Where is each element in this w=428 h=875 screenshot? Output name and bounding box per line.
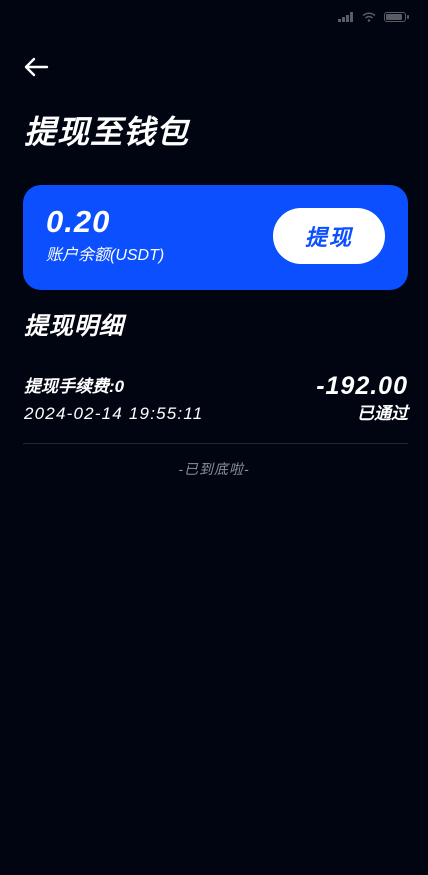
battery-icon (384, 12, 409, 22)
record-amount: -192.00 (316, 372, 408, 400)
withdraw-button[interactable]: 提现 (273, 208, 385, 264)
balance-card: 0.20 账户余额(USDT) 提现 (23, 185, 408, 290)
record-fee-label: 提现手续费:0 (24, 377, 125, 396)
list-end-text: -已到底啦- (178, 461, 250, 477)
divider (23, 443, 408, 444)
records-section-title: 提现明细 (24, 313, 124, 340)
status-icons (338, 12, 409, 22)
record-time: 2024-02-14 19:55:11 (24, 404, 204, 423)
status-bar (0, 0, 428, 36)
back-button[interactable] (22, 55, 50, 79)
record-status: 已通过 (357, 404, 408, 423)
battery-level (386, 14, 402, 20)
arrow-left-icon (24, 57, 49, 77)
withdraw-record-item[interactable]: 提现手续费:0 -192.00 2024-02-14 19:55:11 已通过 (23, 372, 408, 432)
page-title: 提现至钱包 (24, 114, 190, 150)
wifi-icon (362, 12, 376, 22)
balance-amount: 0.20 (46, 204, 111, 239)
balance-label: 账户余额(USDT) (46, 247, 165, 264)
signal-icon (338, 12, 353, 22)
